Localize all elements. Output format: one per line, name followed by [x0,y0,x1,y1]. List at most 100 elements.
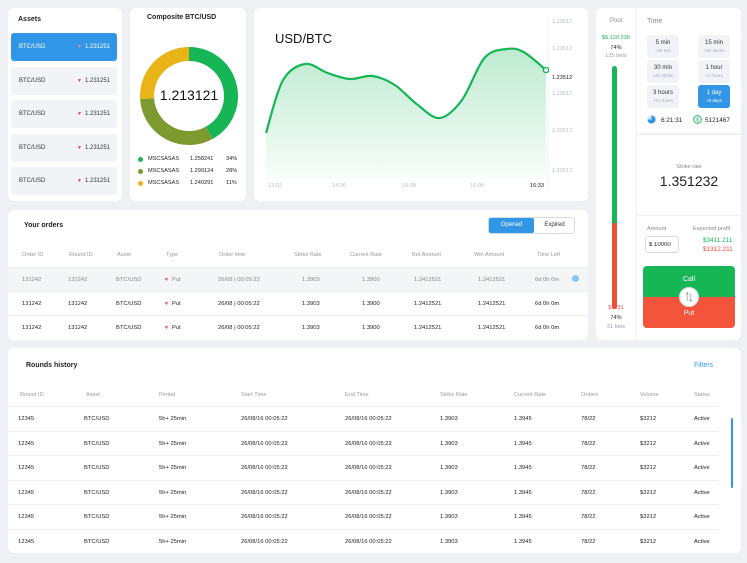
table-row[interactable]: 12345 BTC/USD 5h+ 25min 26/08/16 00:05:22 26… [8,528,718,553]
time-option-30-min[interactable]: 30 min +30-30min [647,60,679,83]
status: Active [694,514,710,520]
asset-item-btc-usd[interactable]: BTC/USD ▼ 1.231251 [11,134,117,162]
strike-rate: 1.3903 [440,538,458,545]
y-tick-label: 1.23512 [552,91,572,97]
price-line-chart[interactable]: USD/BTC 1.23512 1.23512 1.23512 1.23512 1.23… [254,8,588,201]
time-option-label: 5 min [655,40,671,46]
scrollbar[interactable] [731,418,733,488]
current-rate: 1.3900 [362,277,380,283]
strike-rate: 1.3903 [440,416,458,422]
strike-rate-label: Strike rate [676,164,702,170]
time-option-5-min[interactable]: 5 min +25 min [647,35,679,58]
time-left: 6d 0h 0m [535,325,560,331]
time-option-15-min[interactable]: 15 min +30-45min [698,35,730,58]
asset: BTC/USD [84,538,110,545]
time-option-1-hour[interactable]: 1 hour +1 hours [698,60,730,83]
volume: $3212 [640,416,657,422]
legend-dot [138,157,143,162]
asset-item-btc-usd[interactable]: BTC/USD ▼ 1.231251 [11,167,117,195]
order-time: 26/08 | 00:05:22 [218,325,260,331]
column-header: Win Amount [474,252,505,258]
table-row[interactable]: 12345 BTC/USD 5h+ 25min 26/08/16 00:05:22 26… [8,479,718,504]
coin-icon: $ [693,115,702,124]
strike-rate: 1.3903 [302,301,320,307]
round-id: 12345 [18,514,35,520]
end-time: 26/08/16 00:05:22 [345,440,392,447]
pool-bottom-bets: 31 bets [606,324,626,330]
expected-profit-down: $1312.211 [703,246,733,253]
table-row[interactable]: 131242 131242 BTC/USD ▼ Put 26/08 | 00:0… [8,291,588,315]
tab-opened[interactable]: Opened [489,218,534,233]
amount-input[interactable] [645,236,679,253]
asset-name: BTC/USD [19,44,46,50]
bet-amount: 1.2412521 [414,325,442,331]
column-header: Bet Amount [412,252,441,258]
current-price-point [542,66,550,74]
table-row[interactable]: 131242 131242 BTC/USD ▼ Put 26/08 | 00:0… [8,315,588,339]
table-row[interactable]: 12345 BTC/USD 5h+ 25min 26/08/16 00:05:22 26… [8,504,718,528]
asset-value: 1.231251 [85,78,111,84]
orders: 78/22 [581,514,596,520]
time-option-label: 1 hour [705,65,723,71]
time-option-3-hours[interactable]: 3 hours +21 hours [647,85,679,108]
time-option-label: 3 hours [652,90,673,96]
orders: 78/22 [581,538,596,545]
row-expand-icon[interactable] [572,275,579,282]
pool-top-bets: 135 bets [605,53,627,59]
filters-link[interactable]: Filters [694,362,713,369]
x-tick-label: 15:00 [402,183,416,189]
orders: 78/22 [581,416,596,422]
legend-percent: 34% [226,156,238,162]
end-time: 26/08/16 00:05:22 [345,538,392,545]
asset: BTC/USD [116,301,142,307]
table-row[interactable]: 131242 131242 BTC/USD ▼ Put 26/08 | 00:0… [8,267,588,291]
asset: BTC/USD [84,489,110,496]
svg-text:$: $ [696,118,699,124]
win-amount: 1.2412521 [478,277,506,283]
time-option-1-day[interactable]: 1 day +5 days [698,85,730,108]
tab-expired[interactable]: Expired [535,218,574,233]
strike-rate-value: 1.351232 [659,173,719,189]
orders-title: Your orders [24,222,64,229]
time-option-sub: +21 hours [652,98,674,103]
column-header: Order time [219,252,246,258]
asset-item-btc-usd[interactable]: BTC/USD ▼ 1.231251 [11,100,117,128]
time-left: 6d 0h 0m [535,277,560,283]
asset: BTC/USD [84,440,110,447]
asset-item-btc-usd[interactable]: BTC/USD ▼ 1.231251 [11,33,117,61]
order-type: Put [172,325,181,331]
order-id: 131242 [22,325,42,331]
period: 5h+ 25min [159,465,187,471]
column-header: Type [166,252,179,258]
down-arrow-icon: ▼ [77,178,82,184]
status: Active [694,465,710,471]
column-header: Period [159,392,176,398]
asset-name: BTC/USD [19,178,46,184]
assets-panel: Assets BTC/USD ▼ 1.231251 BTC/USD ▼ 1.23… [8,8,122,201]
table-row[interactable]: 12345 BTC/USD 5h+ 25min 26/08/16 00:05:22 26… [8,430,718,455]
order-type: Put [172,301,181,307]
asset: BTC/USD [116,325,142,331]
table-row[interactable]: 12345 BTC/USD 5h+ 25min 26/08/16 00:05:22 26… [8,455,718,479]
direction-knob[interactable] [679,287,699,307]
pool-top-amount: $5,120,236 [602,35,630,41]
end-time: 26/08/16 00:05:22 [345,489,392,496]
y-tick-label: 1.23512 [552,46,572,52]
legend-name: MSCSASAS [148,156,180,162]
y-tick-label: 1.23512 [552,128,572,134]
table-row[interactable]: 12345 BTC/USD 5h+ 25min 26/08/16 00:05:22 26… [8,406,718,430]
current-rate: 1.3900 [362,325,380,331]
orders: 78/22 [581,465,596,471]
composite-panel: Composite BTC/USD 1.213121 MSCSASAS 1.25… [130,8,246,201]
asset-item-btc-usd[interactable]: BTC/USD ▼ 1.231251 [11,67,117,95]
asset-value: 1.231251 [85,145,111,151]
pool-bar-up [612,66,617,223]
volume: $3212 [640,465,657,471]
period: 5h+ 25min [159,416,187,422]
time-panel: Time 5 min +25 min 15 min +30-45min 30 m… [637,8,741,133]
balance-value: 5121467 [705,117,730,124]
asset-value: 1.231251 [85,178,111,184]
asset-name: BTC/USD [19,145,46,151]
order-time: 26/08 | 00:05:22 [218,277,260,283]
status: Active [694,440,710,447]
